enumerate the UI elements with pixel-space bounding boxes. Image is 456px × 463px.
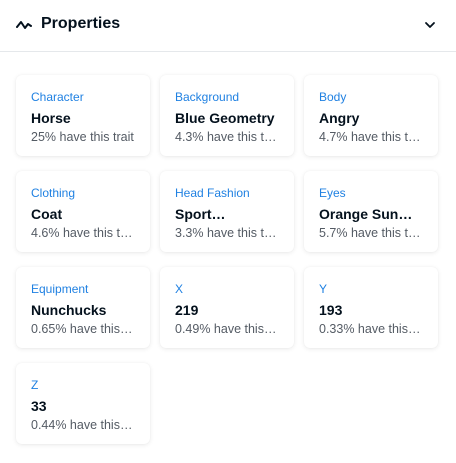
property-type: X (175, 282, 184, 296)
property-type: Background (175, 90, 240, 104)
property-rarity: 5.7% have this trait (319, 226, 423, 240)
property-value: Horse (31, 110, 71, 126)
property-card[interactable]: Equipment Nunchucks 0.65% have this trai… (16, 267, 150, 348)
property-type: Character (31, 90, 84, 104)
property-value: 219 (175, 302, 199, 318)
property-type: Body (319, 90, 347, 104)
property-card[interactable]: Z 33 0.44% have this trait (16, 363, 150, 444)
property-card[interactable]: Clothing Coat 4.6% have this trait (16, 171, 150, 252)
property-type: Head Fashion (175, 186, 250, 200)
properties-title: Properties (41, 15, 121, 32)
pulse-icon (16, 21, 32, 29)
property-rarity: 0.49% have this trait (175, 322, 279, 336)
properties-grid: Character Horse 25% have this trait Back… (16, 75, 440, 444)
property-card[interactable]: Y 193 0.33% have this trait (304, 267, 438, 348)
property-rarity: 0.33% have this trait (319, 322, 423, 336)
property-rarity: 3.3% have this trait (175, 226, 279, 240)
property-value: Coat (31, 206, 63, 222)
property-value: Angry (319, 110, 360, 126)
property-rarity: 4.6% have this trait (31, 226, 135, 240)
property-type: Z (31, 378, 39, 392)
property-rarity: 0.44% have this trait (31, 418, 135, 432)
property-rarity: 25% have this trait (31, 130, 134, 144)
property-type: Clothing (31, 186, 76, 200)
property-type: Y (319, 282, 328, 296)
property-card[interactable]: Eyes Orange Sun… 5.7% have this trait (304, 171, 438, 252)
property-type: Equipment (31, 282, 89, 296)
properties-panel: Properties Character Horse 25% have this… (0, 0, 456, 463)
property-card[interactable]: Background Blue Geometry 4.3% have this … (160, 75, 294, 156)
properties-header[interactable]: Properties (0, 0, 456, 52)
property-card[interactable]: X 219 0.49% have this trait (160, 267, 294, 348)
property-value: Blue Geometry (175, 110, 275, 126)
property-value: 33 (31, 398, 47, 414)
property-type: Eyes (319, 186, 346, 200)
chevron-down-icon[interactable] (422, 17, 438, 33)
property-value: Sport… (175, 206, 226, 222)
property-card[interactable]: Head Fashion Sport… 3.3% have this trait (160, 171, 294, 252)
property-rarity: 4.7% have this trait (319, 130, 423, 144)
property-value: 193 (319, 302, 343, 318)
property-card[interactable]: Character Horse 25% have this trait (16, 75, 150, 156)
property-value: Orange Sun… (319, 206, 413, 222)
property-rarity: 0.65% have this trait (31, 322, 135, 336)
property-value: Nunchucks (31, 302, 107, 318)
property-rarity: 4.3% have this trait (175, 130, 279, 144)
property-card[interactable]: Body Angry 4.7% have this trait (304, 75, 438, 156)
